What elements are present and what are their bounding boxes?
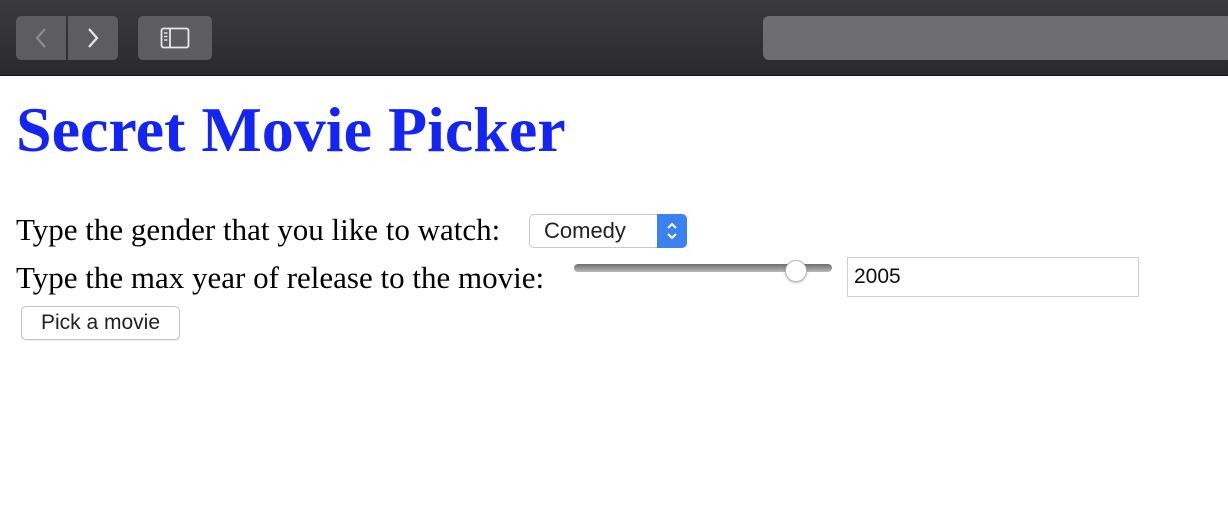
select-arrows-icon — [657, 214, 687, 248]
back-button[interactable] — [16, 16, 66, 60]
forward-button[interactable] — [68, 16, 118, 60]
slider-thumb[interactable] — [784, 260, 807, 282]
year-slider[interactable] — [574, 260, 832, 284]
chevron-right-icon — [88, 28, 99, 48]
address-bar[interactable] — [763, 16, 1228, 60]
pick-movie-button[interactable]: Pick a movie — [21, 306, 180, 340]
sidebar-icon — [160, 27, 190, 49]
browser-toolbar — [0, 0, 1228, 76]
year-input[interactable] — [847, 257, 1139, 297]
page-title: Secret Movie Picker — [16, 94, 566, 165]
page-content: Secret Movie Picker Type the gender that… — [0, 77, 1228, 512]
genre-select-value: Comedy — [544, 218, 626, 243]
chevron-left-icon — [35, 28, 46, 48]
genre-select[interactable]: Comedy — [529, 214, 687, 248]
year-label: Type the max year of release to the movi… — [16, 260, 545, 295]
genre-label: Type the gender that you like to watch: — [16, 212, 501, 247]
sidebar-toggle-button[interactable] — [138, 16, 212, 60]
